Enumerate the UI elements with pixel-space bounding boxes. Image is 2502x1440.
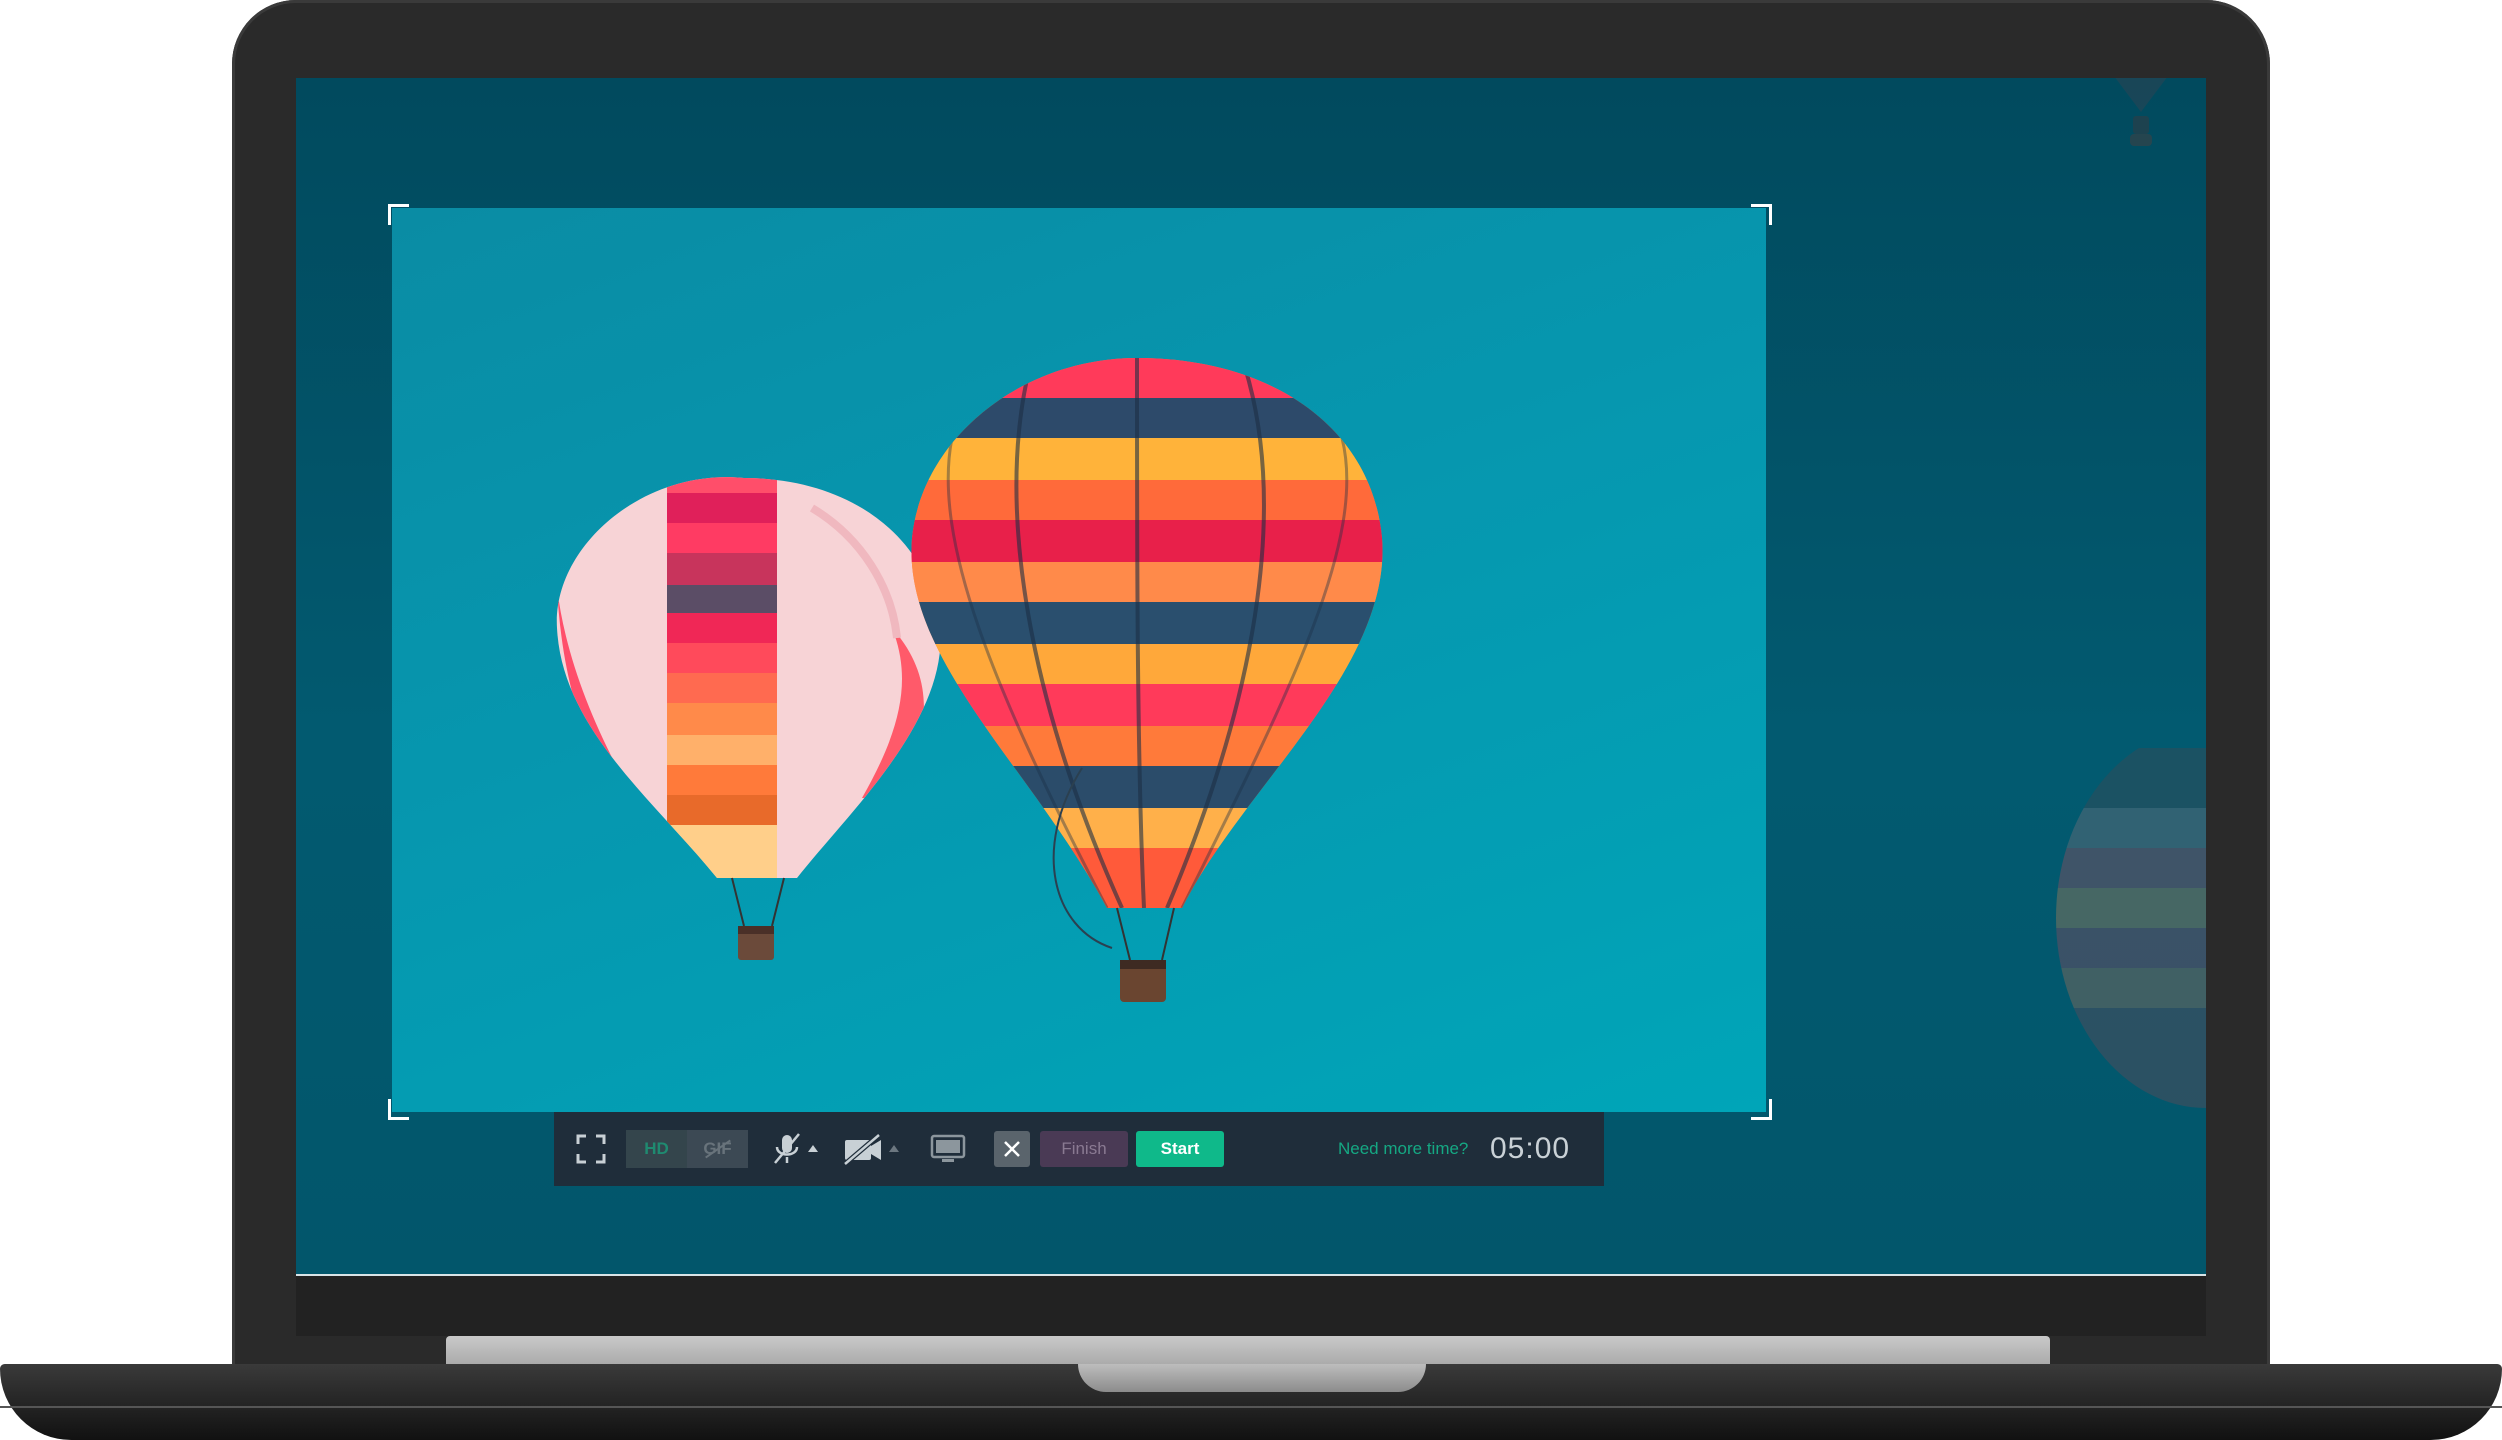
fullscreen-icon	[576, 1134, 606, 1164]
finish-button[interactable]: Finish	[1040, 1131, 1128, 1167]
quality-toggle: HD GIF	[626, 1130, 748, 1168]
mic-muted-icon	[774, 1133, 818, 1164]
screen-capture-button[interactable]	[928, 1132, 968, 1166]
background-balloon-top	[2115, 78, 2167, 146]
start-label: Start	[1160, 1139, 1200, 1158]
camera-off-icon	[843, 1133, 899, 1166]
laptop-notch	[1078, 1364, 1426, 1392]
need-more-time-link[interactable]: Need more time?	[1338, 1138, 1468, 1160]
laptop-bezel	[296, 1274, 2206, 1336]
hd-label: HD	[644, 1139, 669, 1158]
gif-option[interactable]: GIF	[687, 1130, 748, 1168]
recording-toolbar: HD GIF	[554, 1112, 1604, 1186]
hot-air-balloons-image	[556, 358, 1383, 1002]
microphone-toggle[interactable]	[768, 1130, 822, 1168]
close-icon	[1004, 1141, 1020, 1157]
start-button[interactable]: Start	[1136, 1131, 1224, 1167]
monitor-icon	[930, 1134, 966, 1162]
finish-label: Finish	[1061, 1139, 1107, 1158]
countdown-timer: 05:00	[1490, 1132, 1571, 1165]
cancel-button[interactable]	[994, 1131, 1030, 1167]
desktop-screen: HD GIF	[296, 78, 2206, 1276]
background-balloon-right	[2056, 748, 2206, 1108]
capture-area[interactable]	[392, 208, 1766, 1112]
hd-option[interactable]: HD	[626, 1130, 687, 1168]
fullscreen-button[interactable]	[574, 1132, 608, 1166]
camera-toggle[interactable]	[840, 1130, 902, 1168]
laptop-base-edge	[0, 1406, 2502, 1408]
